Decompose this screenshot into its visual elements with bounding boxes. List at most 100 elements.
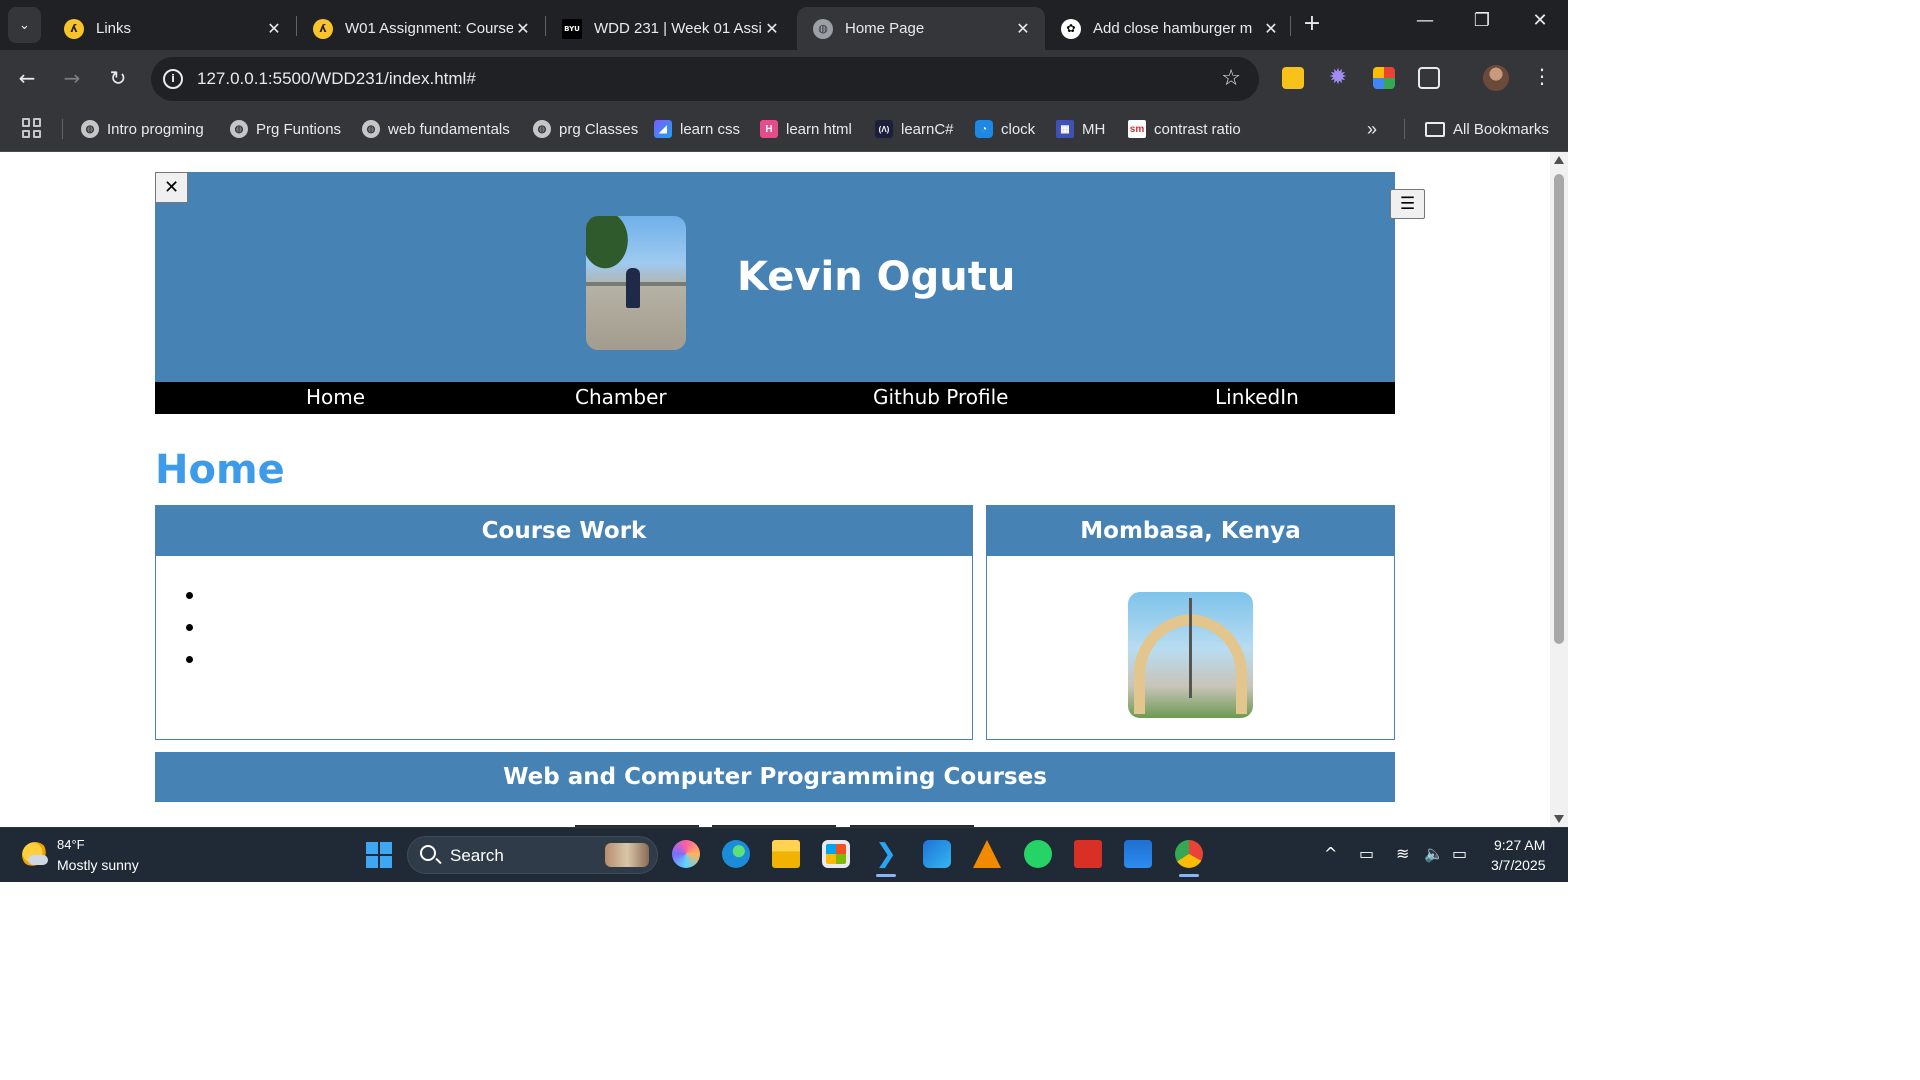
tab-search-button[interactable]: ⌄ (8, 7, 41, 43)
close-icon[interactable]: ✕ (1261, 19, 1281, 38)
weather-description[interactable]: Mostly sunny (57, 857, 139, 873)
course-work-card: Course Work (155, 505, 973, 740)
tab-w01-assignment[interactable]: ʎ W01 Assignment: Course ✕ (297, 7, 545, 50)
globe-icon: ◍ (230, 120, 248, 138)
taskbar-clock-date[interactable]: 3/7/2025 (1491, 857, 1546, 873)
bookmark-label: MH (1082, 120, 1106, 138)
photo-tusk-right (1187, 614, 1247, 714)
bookmark-learn-html[interactable]: H learn html (760, 115, 852, 143)
scroll-up-arrow-icon[interactable] (1554, 156, 1564, 164)
bookmark-label: learnC# (901, 120, 954, 138)
back-button[interactable]: ← (15, 66, 39, 90)
close-icon[interactable]: ✕ (762, 19, 782, 38)
browser-menu-icon[interactable]: ⋮ (1532, 64, 1552, 88)
tab-divider (1290, 16, 1291, 36)
tab-add-close-hamburger[interactable]: ✿ Add close hamburger m ✕ (1045, 7, 1293, 50)
bookmark-prg-classes[interactable]: ◍ prg Classes (533, 115, 638, 143)
volume-icon[interactable]: 🔈 (1424, 844, 1444, 863)
address-bar[interactable]: i 127.0.0.1:5500/WDD231/index.html# ☆ (151, 57, 1259, 101)
bookmark-intro-progming[interactable]: ◍ Intro progming (81, 115, 204, 143)
minimize-button[interactable]: — (1410, 10, 1440, 31)
bookmark-label: Prg Funtions (256, 120, 342, 138)
globe-icon: ◍ (813, 18, 833, 39)
site-info-icon[interactable]: i (163, 69, 183, 89)
nav-home[interactable]: Home (306, 385, 365, 409)
page-title: Home (155, 447, 285, 493)
weather-temperature[interactable]: 84°F (57, 837, 85, 852)
url-text[interactable]: 127.0.0.1:5500/WDD231/index.html# (197, 69, 476, 89)
windows-taskbar: 84°F Mostly sunny Search ❯ ^ ▭ ≋ 🔈 ▭ 9:2… (0, 827, 1568, 882)
courses-section-title: Web and Computer Programming Courses (155, 752, 1395, 802)
bookmark-learn-csharp[interactable]: (Λ) learnC# (875, 115, 954, 143)
lms-icon: ʎ (64, 18, 84, 39)
taskbar-clock-time[interactable]: 9:27 AM (1494, 837, 1545, 853)
restore-button[interactable]: ❐ (1467, 10, 1497, 31)
outlook-icon[interactable] (923, 840, 951, 868)
chrome-icon[interactable] (1175, 840, 1203, 877)
pdf-reader-icon[interactable] (1074, 840, 1102, 868)
windows-start-icon[interactable] (366, 842, 392, 868)
extension-color-icon[interactable] (1373, 67, 1395, 89)
site-owner-name: Kevin Ogutu (737, 254, 1016, 300)
wifi-icon[interactable]: ≋ (1396, 844, 1409, 863)
page-scrollbar[interactable] (1550, 152, 1568, 827)
bookmark-clock[interactable]: ◔ clock (975, 115, 1035, 143)
whatsapp-icon[interactable] (1024, 840, 1052, 868)
close-menu-button[interactable]: ✕ (155, 172, 188, 203)
more-bookmarks-chevron-icon[interactable]: » (1367, 115, 1377, 143)
copilot-icon[interactable] (672, 840, 700, 868)
tab-home-page[interactable]: ◍ Home Page ✕ (797, 7, 1045, 50)
tab-links[interactable]: ʎ Links ✕ (48, 7, 296, 50)
search-icon (420, 845, 436, 861)
sm-icon: sm (1128, 120, 1146, 138)
bookmark-prg-funtions[interactable]: ◍ Prg Funtions (230, 115, 341, 143)
mh-icon: ▦ (1056, 120, 1074, 138)
window-close-button[interactable]: ✕ (1525, 10, 1555, 31)
keyboard-layout-icon[interactable]: ▭ (1359, 844, 1374, 863)
photo-person (626, 268, 640, 308)
vscode-icon[interactable]: ❯ (872, 840, 900, 877)
location-title: Mombasa, Kenya (987, 506, 1394, 556)
bookmark-web-fundamentals[interactable]: ◍ web fundamentals (362, 115, 510, 143)
scroll-down-arrow-icon[interactable] (1554, 815, 1564, 823)
browser-tab-strip: ⌄ ʎ Links ✕ ʎ W01 Assignment: Course ✕ B… (0, 0, 1568, 50)
bookmark-mh[interactable]: ▦ MH (1056, 115, 1105, 143)
html-icon: H (760, 120, 778, 138)
apps-grid-icon[interactable] (22, 118, 42, 138)
microsoft-store-icon[interactable] (822, 840, 850, 868)
extensions-puzzle-icon[interactable] (1418, 67, 1440, 89)
nav-linkedin[interactable]: LinkedIn (1215, 385, 1299, 409)
onedrive-app-icon[interactable] (1124, 840, 1152, 868)
bookmark-label: learn css (680, 120, 741, 138)
file-explorer-icon[interactable] (772, 840, 800, 868)
reload-button[interactable]: ↻ (106, 66, 130, 90)
close-icon[interactable]: ✕ (264, 19, 284, 38)
new-tab-button[interactable]: + (1300, 12, 1324, 36)
all-bookmarks-button[interactable]: All Bookmarks (1425, 115, 1549, 143)
profile-avatar[interactable] (1483, 65, 1509, 91)
bookmark-learn-css[interactable]: ◢ learn css (654, 115, 740, 143)
show-hidden-icons-chevron-icon[interactable]: ^ (1324, 844, 1337, 863)
tab-wdd231[interactable]: BYU WDD 231 | Week 01 Assi ✕ (546, 7, 794, 50)
close-icon[interactable]: ✕ (513, 19, 533, 38)
extension-keep-icon[interactable] (1282, 67, 1304, 89)
browser-toolbar: ← → ↻ i 127.0.0.1:5500/WDD231/index.html… (0, 50, 1568, 106)
hamburger-menu-button[interactable]: ☰ (1390, 189, 1425, 219)
battery-icon[interactable]: ▭ (1452, 844, 1467, 863)
edge-icon[interactable] (722, 840, 750, 868)
taskbar-search[interactable]: Search (407, 836, 658, 874)
bookmark-contrast-ratio[interactable]: sm contrast ratio (1128, 115, 1241, 143)
nav-github-profile[interactable]: Github Profile (873, 385, 1009, 409)
vlc-icon[interactable] (973, 840, 1001, 868)
mombasa-tusks-photo (1128, 592, 1253, 718)
bookmarks-divider (62, 119, 63, 139)
weather-sun-cloud-icon[interactable] (22, 842, 48, 868)
forward-button[interactable]: → (60, 66, 84, 90)
bookmark-star-icon[interactable]: ☆ (1221, 66, 1241, 91)
extension-gear-icon[interactable]: ✹ (1327, 67, 1349, 89)
photo-tusk-left (1134, 614, 1194, 714)
close-icon[interactable]: ✕ (1013, 19, 1033, 38)
nav-chamber[interactable]: Chamber (575, 385, 667, 409)
scrollbar-thumb[interactable] (1554, 174, 1564, 644)
globe-icon: ◍ (362, 120, 380, 138)
